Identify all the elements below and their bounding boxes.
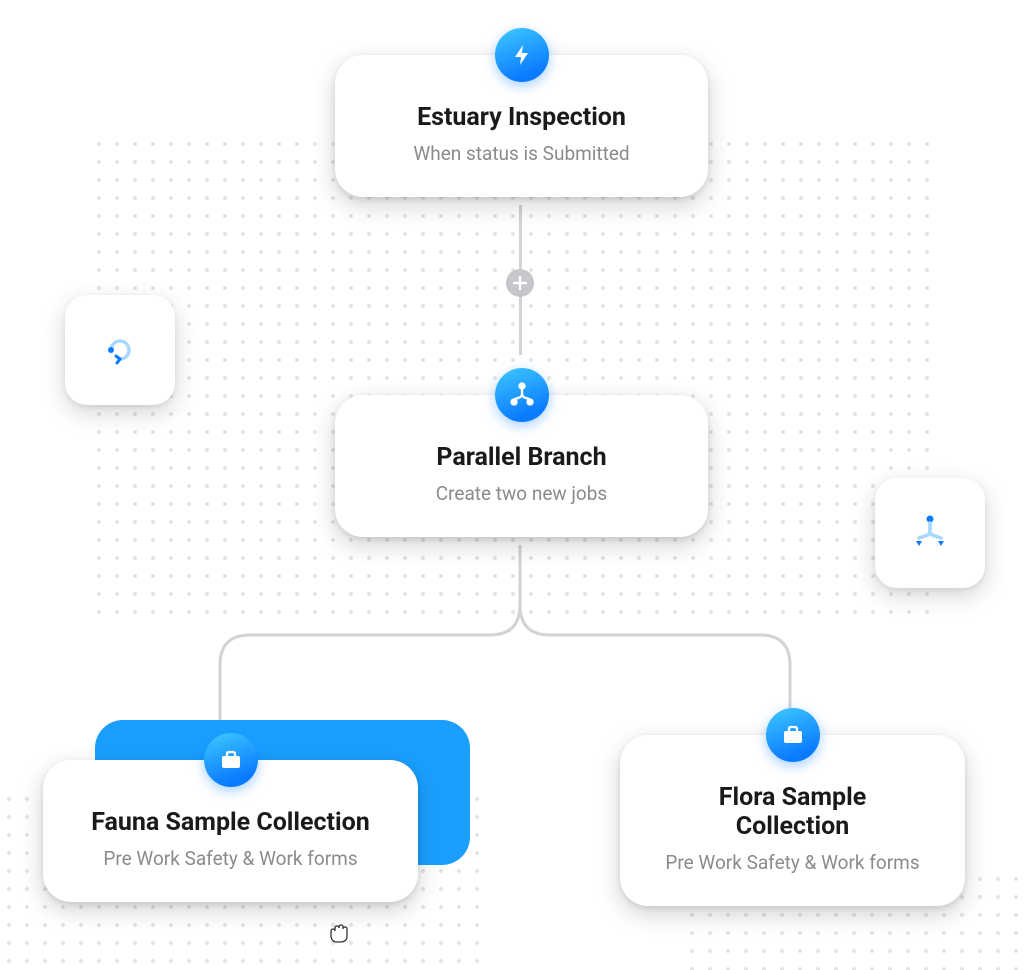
job-left-subtitle: Pre Work Safety & Work forms — [83, 847, 378, 870]
connector-branch — [160, 545, 860, 725]
branch-subtitle: Create two new jobs — [375, 482, 668, 505]
split-icon — [906, 509, 954, 557]
lightning-icon — [495, 28, 549, 82]
reload-icon — [98, 328, 142, 372]
trigger-title: Estuary Inspection — [375, 103, 668, 132]
branch-title: Parallel Branch — [375, 443, 668, 472]
trigger-card[interactable]: Estuary Inspection When status is Submit… — [335, 55, 708, 197]
briefcase-icon — [204, 733, 258, 787]
trigger-subtitle: When status is Submitted — [375, 142, 668, 165]
branch-card[interactable]: Parallel Branch Create two new jobs — [335, 395, 708, 537]
plus-icon — [513, 276, 527, 290]
split-tool-card[interactable] — [875, 478, 985, 588]
job-right-title: Flora Sample Collection — [660, 783, 925, 841]
briefcase-icon — [766, 708, 820, 762]
job-left-title: Fauna Sample Collection — [83, 808, 378, 837]
job-left-card[interactable]: Fauna Sample Collection Pre Work Safety … — [43, 760, 418, 902]
reload-tool-card[interactable] — [65, 295, 175, 405]
job-right-card[interactable]: Flora Sample Collection Pre Work Safety … — [620, 735, 965, 906]
job-right-subtitle: Pre Work Safety & Work forms — [660, 851, 925, 874]
grab-cursor-icon — [325, 920, 351, 946]
add-step-button[interactable] — [506, 269, 534, 297]
branch-icon — [495, 368, 549, 422]
